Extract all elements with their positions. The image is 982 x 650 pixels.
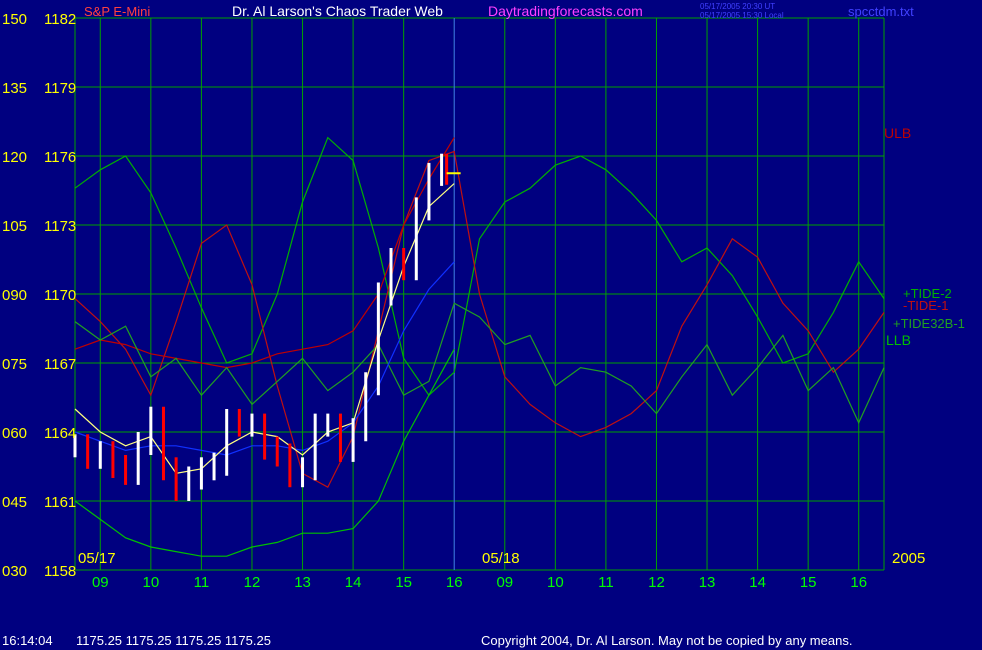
hour-tick-label: 12 — [244, 574, 261, 591]
price-tick-label: 1176 — [44, 149, 76, 166]
label-tide1: -TIDE-1 — [903, 298, 949, 313]
label-tide32b: +TIDE32B-1 — [893, 316, 965, 331]
price-tick-label: 1170 — [44, 287, 76, 304]
label-llb: LLB — [886, 332, 911, 348]
left-tick-label: 090 — [2, 287, 27, 304]
hour-tick-label: 15 — [800, 574, 817, 591]
left-tick-label: 105 — [2, 218, 27, 235]
hour-tick-label: 09 — [496, 574, 513, 591]
price-tick-label: 1158 — [44, 563, 76, 580]
chaos-chart: 150 135 120 105 090 075 060 045 030 1182 1179 1176 1… — [0, 0, 982, 650]
hour-tick-label: 16 — [850, 574, 867, 591]
left-tick-label: 150 — [2, 11, 27, 28]
left-tick-label: 045 — [2, 494, 27, 511]
instrument-label: S&P E-Mini — [84, 4, 150, 19]
left-tick-label: 135 — [2, 80, 27, 97]
hour-tick-label: 13 — [699, 574, 716, 591]
copyright-notice: Copyright 2004, Dr. Al Larson. May not b… — [481, 633, 852, 648]
timestamp-ut: 05/17/2005 20:30 UT — [700, 2, 775, 11]
date-label-start: 05/17 — [78, 550, 116, 567]
hour-tick-label: 12 — [648, 574, 665, 591]
hour-tick-label: 15 — [395, 574, 412, 591]
site-link[interactable]: Daytradingforecasts.com — [488, 3, 643, 19]
footer-time: 16:14:04 — [2, 633, 53, 648]
hour-tick-label: 10 — [547, 574, 564, 591]
price-tick-label: 1179 — [44, 80, 76, 97]
hour-tick-label: 10 — [143, 574, 160, 591]
hour-tick-label: 09 — [92, 574, 109, 591]
hour-tick-label: 14 — [345, 574, 362, 591]
left-tick-label: 120 — [2, 149, 27, 166]
date-label-next: 05/18 — [482, 550, 520, 567]
hour-tick-label: 16 — [446, 574, 463, 591]
left-tick-label: 060 — [2, 425, 27, 442]
chart-title: Dr. Al Larson's Chaos Trader Web — [232, 3, 443, 19]
left-tick-label: 075 — [2, 356, 27, 373]
price-tick-label: 1173 — [44, 218, 76, 235]
footer-quote: 1175.25 1175.25 1175.25 1175.25 — [76, 633, 271, 648]
hour-tick-label: 11 — [598, 574, 614, 591]
hour-tick-label: 13 — [294, 574, 311, 591]
timestamp-local: 05/17/2005 15:30 Local — [700, 11, 784, 20]
price-tick-label: 1164 — [44, 425, 76, 442]
label-ulb: ULB — [884, 125, 911, 141]
price-tick-label: 1161 — [44, 494, 76, 511]
year-label: 2005 — [892, 550, 925, 567]
left-tick-label: 030 — [2, 563, 27, 580]
data-file-name: spcctdm.txt — [848, 4, 914, 19]
price-tick-label: 1167 — [44, 356, 76, 373]
price-tick-label: 1182 — [44, 11, 76, 28]
hour-tick-label: 11 — [194, 574, 210, 591]
hour-tick-label: 14 — [749, 574, 766, 591]
